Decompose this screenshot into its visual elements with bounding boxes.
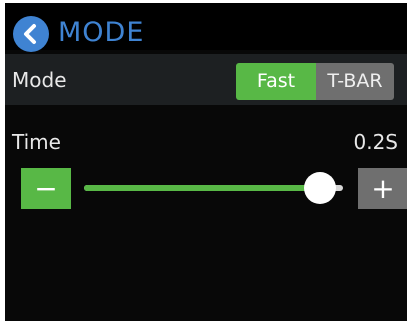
time-slider[interactable] <box>84 172 343 204</box>
mode-label: Mode <box>12 68 67 92</box>
time-label: Time <box>12 130 61 154</box>
slider-thumb[interactable] <box>303 172 336 204</box>
chevron-left-icon <box>24 24 36 44</box>
increase-button[interactable]: + <box>358 168 407 209</box>
back-button[interactable] <box>13 16 49 52</box>
mode-row: Mode Fast T-BAR <box>5 54 407 105</box>
decrease-button[interactable]: − <box>21 168 71 209</box>
mode-screen: MODE Mode Fast T-BAR Time 0.2S − + <box>5 3 407 321</box>
page-title: MODE <box>58 17 145 48</box>
mode-option-tbar[interactable]: T-BAR <box>316 63 394 100</box>
time-value: 0.2S <box>353 130 398 154</box>
header-bar: MODE <box>5 3 407 52</box>
slider-fill <box>84 185 320 191</box>
mode-option-fast[interactable]: Fast <box>236 63 316 100</box>
